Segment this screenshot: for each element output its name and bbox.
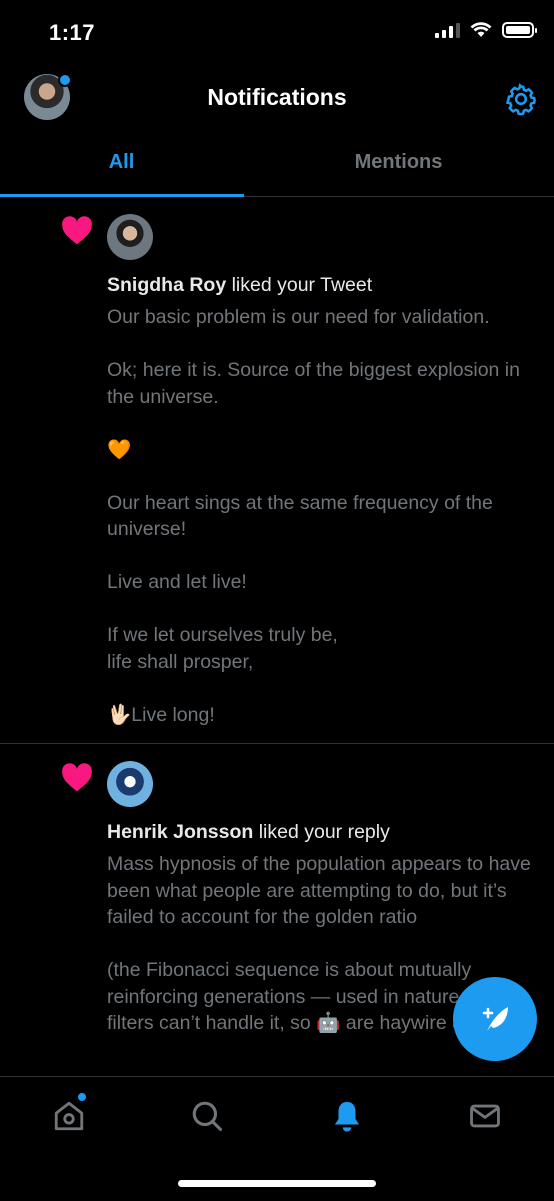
- status-time: 1:17: [49, 20, 96, 45]
- tab-all[interactable]: All: [0, 134, 243, 194]
- status-bar: 1:17: [0, 0, 554, 62]
- tab-mentions[interactable]: Mentions: [277, 134, 520, 194]
- home-icon[interactable]: [52, 1099, 86, 1133]
- status-icons: [435, 22, 537, 38]
- heart-icon: [62, 216, 92, 245]
- header: Notifications: [0, 62, 554, 134]
- notification-user-name[interactable]: Snigdha Roy: [107, 274, 226, 296]
- notification-user-name[interactable]: Henrik Jonsson: [107, 821, 253, 843]
- cellular-signal-icon: [435, 22, 460, 38]
- avatar[interactable]: [107, 214, 153, 260]
- notification-headline: Snigdha Roy liked your Tweet: [107, 274, 372, 297]
- settings-gear-icon[interactable]: [504, 82, 538, 116]
- notification-tabs: All Mentions: [0, 134, 554, 197]
- search-icon[interactable]: [190, 1099, 224, 1133]
- home-unread-dot: [78, 1093, 86, 1101]
- compose-tweet-button[interactable]: [453, 977, 537, 1061]
- messages-envelope-icon[interactable]: [468, 1099, 502, 1133]
- battery-icon: [502, 22, 537, 38]
- compose-feather-icon: [482, 1007, 508, 1031]
- notification-action: liked your reply: [253, 821, 390, 843]
- tweet-text: Our basic problem is our need for valida…: [107, 306, 520, 726]
- wifi-icon: [470, 22, 492, 37]
- home-indicator: [178, 1180, 376, 1187]
- page-title: Notifications: [207, 84, 347, 110]
- notifications-bell-icon[interactable]: [330, 1099, 364, 1133]
- heart-icon: [62, 763, 92, 792]
- notification-item[interactable]: Snigdha Roy liked your Tweet Our basic p…: [0, 196, 554, 744]
- avatar[interactable]: [107, 761, 153, 807]
- notification-headline: Henrik Jonsson liked your reply: [107, 821, 390, 844]
- notification-action: liked your Tweet: [226, 274, 373, 296]
